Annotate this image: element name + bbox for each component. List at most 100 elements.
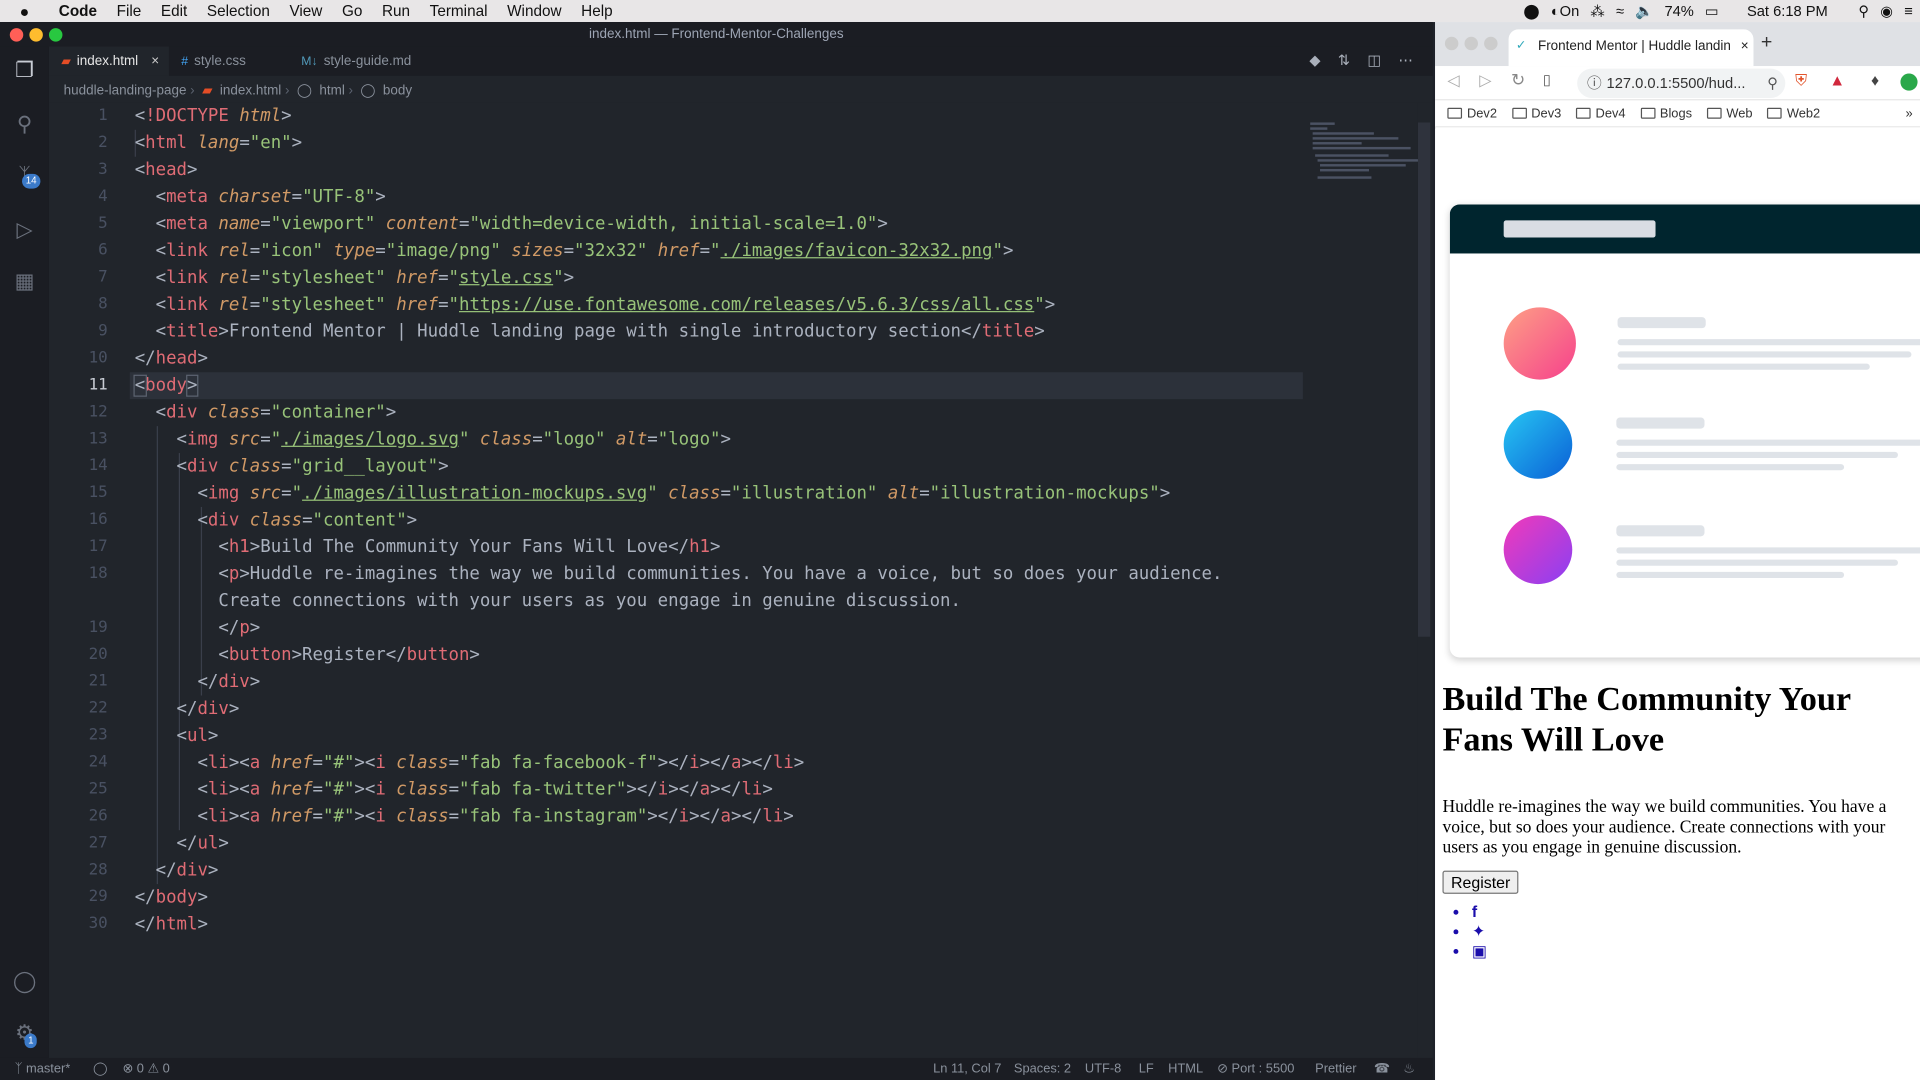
code-line: </div> [176,699,240,719]
siri-icon[interactable]: ◉ [1880,2,1893,19]
chevron-right-icon: › [284,83,290,98]
tab-index-html[interactable]: ▰ index.html × [48,46,169,76]
notifications-bell-icon[interactable]: ♨ [1403,1058,1415,1080]
menu-help[interactable]: Help [571,2,622,19]
brave-shields-icon[interactable]: ⛨ [1795,71,1807,91]
do-not-disturb-icon[interactable]: ◐On [1551,2,1579,19]
cursor-position[interactable]: Ln 11, Col 7 [933,1058,1001,1080]
close-window-button[interactable] [9,28,24,42]
back-icon[interactable]: ◁ [1447,71,1459,91]
avatar-circle [1503,307,1576,380]
encoding[interactable]: UTF-8 [1085,1058,1121,1080]
placeholder-line [1617,317,1706,329]
bookmark-icon[interactable]: ▯ [1543,71,1551,88]
problems-indicator[interactable]: ⊗ 0 ⚠ 0 [122,1058,169,1080]
search-icon[interactable]: ⚲ [10,110,39,139]
feedback-icon[interactable]: ☎ [1374,1058,1390,1080]
wifi-icon[interactable]: ≈ [1616,2,1624,19]
prettier-status[interactable]: Prettier [1315,1058,1356,1080]
browser-close-button[interactable] [1444,36,1459,51]
menu-selection[interactable]: Selection [197,2,280,19]
menu-terminal[interactable]: Terminal [420,2,497,19]
bookmark-folder-blogs[interactable]: Blogs [1640,106,1692,121]
profile-avatar[interactable] [1900,73,1918,91]
menu-run[interactable]: Run [372,2,420,19]
brave-rewards-icon[interactable]: ▲ [1829,71,1845,89]
spotlight-icon[interactable]: ⚲ [1858,2,1869,19]
facebook-icon[interactable]: f [1472,902,1477,920]
breadcrumb-body[interactable]: body [383,83,412,98]
tab-style-css[interactable]: # style.css [169,47,287,76]
close-tab-icon[interactable]: × [151,47,159,76]
menu-go[interactable]: Go [332,2,372,19]
accounts-icon[interactable]: ◯ [10,967,39,996]
code-line: Create connections with your users as yo… [134,591,961,612]
bookmark-folder-web2[interactable]: Web2 [1767,106,1820,121]
battery-icon[interactable]: ▭ [1705,2,1719,19]
menu-edit[interactable]: Edit [151,2,197,19]
new-tab-icon[interactable]: + [1761,32,1772,54]
line-number: 28 [88,860,108,880]
clock[interactable]: Sat 6:18 PM [1747,2,1828,19]
site-info-icon[interactable]: ⓘ [1587,69,1602,98]
minimize-window-button[interactable] [29,28,43,42]
indentation[interactable]: Spaces: 2 [1014,1058,1071,1080]
extensions-puzzle-icon[interactable]: ♦ [1871,71,1879,89]
code-editor[interactable]: 1 <!DOCTYPE html> 2 <html lang="en"> 3 <hea… [48,102,1418,1058]
live-share-icon[interactable]: ◯ [93,1058,107,1080]
end-of-line[interactable]: LF [1139,1058,1154,1080]
browser-zoom-button[interactable] [1484,36,1498,51]
register-button[interactable]: Register [1442,870,1519,894]
more-bookmarks-icon[interactable]: » [1906,106,1913,121]
control-center-icon[interactable]: ≡ [1904,2,1913,19]
menu-code[interactable]: Code [49,2,107,19]
zoom-icon[interactable]: ⚲ [1767,69,1778,98]
breadcrumb-html[interactable]: html [319,83,344,98]
branch-indicator[interactable]: ᛉ master* [15,1058,71,1080]
line-number: 29 [88,887,108,907]
editor-scrollbar-thumb[interactable] [1417,122,1431,637]
line-number: 15 [88,483,108,503]
breadcrumb-file[interactable]: index.html [220,83,281,98]
reload-icon[interactable]: ↻ [1511,70,1525,91]
menu-extras: ⬤ ◐On ⁂ ≈ 🔈 74% ▭ Sat 6:18 PM ⚲ ◉ ≡ [1523,0,1912,22]
instagram-icon[interactable]: ▣ [1472,942,1487,960]
forward-icon[interactable]: ▷ [1479,71,1491,91]
bookmark-folder-dev4[interactable]: Dev4 [1575,106,1626,121]
tab-style-guide-md[interactable]: M↓ style-guide.md [289,47,431,76]
code-line: <li><a href="#"><i class="fab fa-twitter… [197,780,773,800]
explorer-icon[interactable]: ❐ [10,56,39,85]
line-number: 17 [88,537,108,556]
run-debug-icon[interactable]: ▷ [10,216,39,245]
breadcrumb-folder[interactable]: huddle-landing-page [64,83,187,98]
bookmark-folder-dev2[interactable]: Dev2 [1447,106,1497,121]
bookmark-folder-dev3[interactable]: Dev3 [1511,106,1561,121]
zoom-window-button[interactable] [48,28,63,42]
chevron-right-icon: › [348,83,354,98]
address-bar[interactable]: ⓘ 127.0.0.1:5500/hud... ⚲ [1577,68,1786,98]
extensions-icon[interactable]: ▦ [10,267,39,296]
record-icon[interactable]: ⬤ [1523,2,1539,19]
menu-file[interactable]: File [107,2,151,19]
battery-percentage[interactable]: 74% [1664,2,1693,19]
live-server-port[interactable]: ⊘ Port : 5500 [1217,1058,1294,1080]
menu-view[interactable]: View [280,2,333,19]
twitter-icon[interactable]: ✦ [1472,922,1485,940]
open-changes-icon[interactable]: ⇅ [1338,51,1350,68]
folder-icon [1767,107,1782,119]
git-compare-icon[interactable]: ◆ [1309,51,1320,68]
split-editor-icon[interactable]: ◫ [1367,51,1381,68]
placeholder-line [1616,439,1920,446]
more-actions-icon[interactable]: ⋯ [1398,51,1413,68]
volume-icon[interactable]: 🔈 [1635,2,1653,19]
bluetooth-icon[interactable]: ⁂ [1590,2,1605,19]
browser-tab[interactable]: ✓ Frontend Mentor | Huddle landin × [1508,29,1754,67]
apple-menu-icon[interactable]: ● [0,2,49,20]
code-line: <link rel="stylesheet" href="style.css"> [155,268,575,288]
menu-window[interactable]: Window [497,2,571,19]
minimap[interactable] [1310,122,1421,195]
language-mode[interactable]: HTML [1168,1058,1203,1080]
browser-minimize-button[interactable] [1464,36,1478,51]
bookmark-folder-web[interactable]: Web [1706,106,1753,121]
close-tab-icon[interactable]: × [1737,29,1749,64]
